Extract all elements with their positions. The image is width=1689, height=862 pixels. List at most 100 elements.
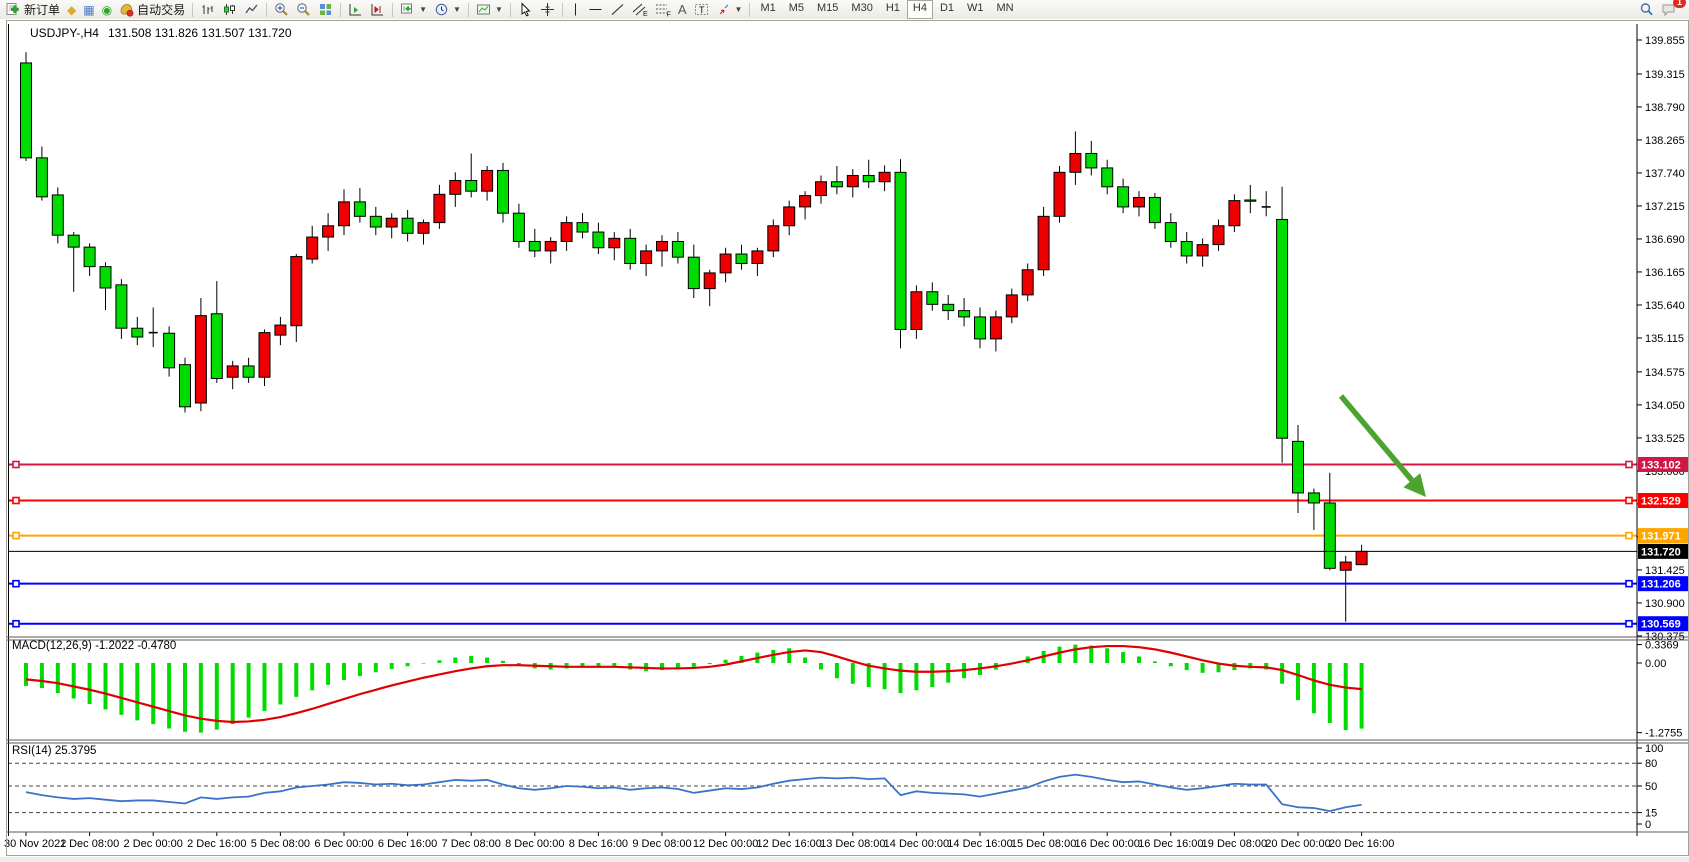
timeframe-button-w1[interactable]: W1	[961, 0, 990, 19]
time-tick-label: 20 Dec 16:00	[1329, 838, 1394, 850]
candle-body	[1308, 493, 1319, 503]
window-icon: ▦	[83, 4, 94, 16]
line-chart-icon	[244, 2, 259, 17]
cursor-button[interactable]	[515, 1, 536, 18]
timeframe-button-mn[interactable]: MN	[991, 0, 1020, 19]
candle-body	[370, 216, 381, 227]
equidistant-channel-button[interactable]: E	[629, 1, 651, 18]
time-tick-label: 12 Dec 00:00	[693, 838, 758, 850]
candle-body	[466, 180, 477, 191]
time-tick-label: 14 Dec 00:00	[884, 838, 949, 850]
time-tick-label: 15 Dec 08:00	[1011, 838, 1076, 850]
horizontal-line-button[interactable]	[585, 1, 606, 18]
search-button[interactable]	[1636, 1, 1657, 18]
time-tick-label: 16 Dec 00:00	[1074, 838, 1139, 850]
time-tick-label: 2 Dec 00:00	[124, 838, 183, 850]
time-tick-label: 16 Dec 16:00	[1138, 838, 1203, 850]
text-label-button[interactable]: T	[691, 1, 713, 18]
candle-body	[482, 170, 493, 191]
notifications-button[interactable]: 1	[1658, 1, 1680, 18]
price-label-text: 131.720	[1641, 546, 1681, 558]
fibonacci-button[interactable]: F	[652, 1, 674, 18]
candle-body	[672, 241, 683, 257]
timeframe-button-m15[interactable]: M15	[811, 0, 844, 19]
candle-body	[211, 314, 222, 379]
candle-body	[1054, 172, 1065, 216]
zoom-out-icon	[296, 2, 311, 17]
price-tick-label: 139.315	[1645, 69, 1685, 81]
candle-body	[943, 304, 954, 310]
line-handle[interactable]	[1626, 498, 1632, 504]
price-tick-label: 137.215	[1645, 201, 1685, 213]
timeframe-button-h1[interactable]: H1	[880, 0, 906, 19]
candle-body	[1118, 187, 1129, 207]
macd-scale-label: 0.00	[1645, 658, 1666, 670]
auto-trading-button[interactable]: 自动交易	[116, 1, 188, 18]
charts-window-button[interactable]: ▦	[80, 1, 97, 18]
candle-body	[704, 273, 715, 289]
timeframe-button-m5[interactable]: M5	[783, 0, 810, 19]
cube-button[interactable]: ◆	[64, 1, 79, 18]
candle-body	[323, 226, 334, 237]
candlestick-chart-button[interactable]	[219, 1, 240, 18]
timeframe-button-m1[interactable]: M1	[754, 0, 781, 19]
timeframe-button-h4[interactable]: H4	[907, 0, 933, 19]
timeframe-button-m30[interactable]: M30	[845, 0, 878, 19]
candle-body	[1038, 216, 1049, 269]
chart-shift-button[interactable]	[367, 1, 388, 18]
line-handle[interactable]	[1626, 533, 1632, 539]
zoom-in-icon	[274, 2, 289, 17]
line-handle[interactable]	[1626, 461, 1632, 467]
trendline-button[interactable]	[607, 1, 628, 18]
rsi-scale-label: 0	[1645, 819, 1651, 831]
new-order-button[interactable]: 新订单	[3, 1, 63, 18]
line-handle[interactable]	[13, 621, 19, 627]
candle-body	[1293, 441, 1304, 493]
candle-body	[927, 292, 938, 305]
toolbar-separator	[562, 3, 563, 17]
candle-body	[959, 311, 970, 317]
signal-icon: ◉	[102, 4, 112, 16]
tile-windows-button[interactable]	[315, 1, 336, 18]
line-chart-button[interactable]	[241, 1, 262, 18]
vertical-line-icon	[570, 2, 581, 17]
candle-body	[545, 241, 556, 250]
price-tick-label: 133.525	[1645, 433, 1685, 445]
macd-scale-label: -1.2755	[1645, 728, 1682, 740]
bar-chart-button[interactable]	[197, 1, 218, 18]
templates-button[interactable]: ▼	[473, 1, 506, 18]
arrows-tool-button[interactable]: ▼	[714, 1, 746, 18]
auto-scroll-button[interactable]	[345, 1, 366, 18]
zoom-in-button[interactable]	[271, 1, 292, 18]
candle-body	[418, 223, 429, 234]
svg-text:F: F	[666, 12, 670, 18]
line-handle[interactable]	[1626, 621, 1632, 627]
new-order-label: 新订单	[24, 1, 60, 18]
line-handle[interactable]	[13, 533, 19, 539]
candle-body	[434, 194, 445, 222]
vertical-line-button[interactable]	[567, 1, 584, 18]
templates-icon	[476, 2, 491, 17]
candle-body	[386, 218, 397, 227]
crosshair-button[interactable]	[537, 1, 558, 18]
timeframe-button-d1[interactable]: D1	[934, 0, 960, 19]
dropdown-caret: ▼	[735, 5, 743, 14]
auto-trading-icon	[119, 2, 134, 17]
line-handle[interactable]	[1626, 581, 1632, 587]
line-handle[interactable]	[13, 461, 19, 467]
signals-button[interactable]: ◉	[99, 1, 115, 18]
new-chart-button[interactable]: ▼	[397, 1, 430, 18]
rsi-scale-label: 15	[1645, 808, 1657, 820]
zoom-out-button[interactable]	[293, 1, 314, 18]
text-button[interactable]: A	[675, 1, 690, 18]
candle-body	[1277, 219, 1288, 438]
periods-clock-button[interactable]: ▼	[431, 1, 464, 18]
candle-body	[879, 172, 890, 181]
panel-background	[8, 24, 1637, 637]
text-label-icon: T	[694, 2, 710, 17]
candle-body	[641, 251, 652, 264]
candle-body	[736, 254, 747, 263]
line-handle[interactable]	[13, 581, 19, 587]
line-handle[interactable]	[13, 498, 19, 504]
candle-body	[21, 63, 32, 158]
